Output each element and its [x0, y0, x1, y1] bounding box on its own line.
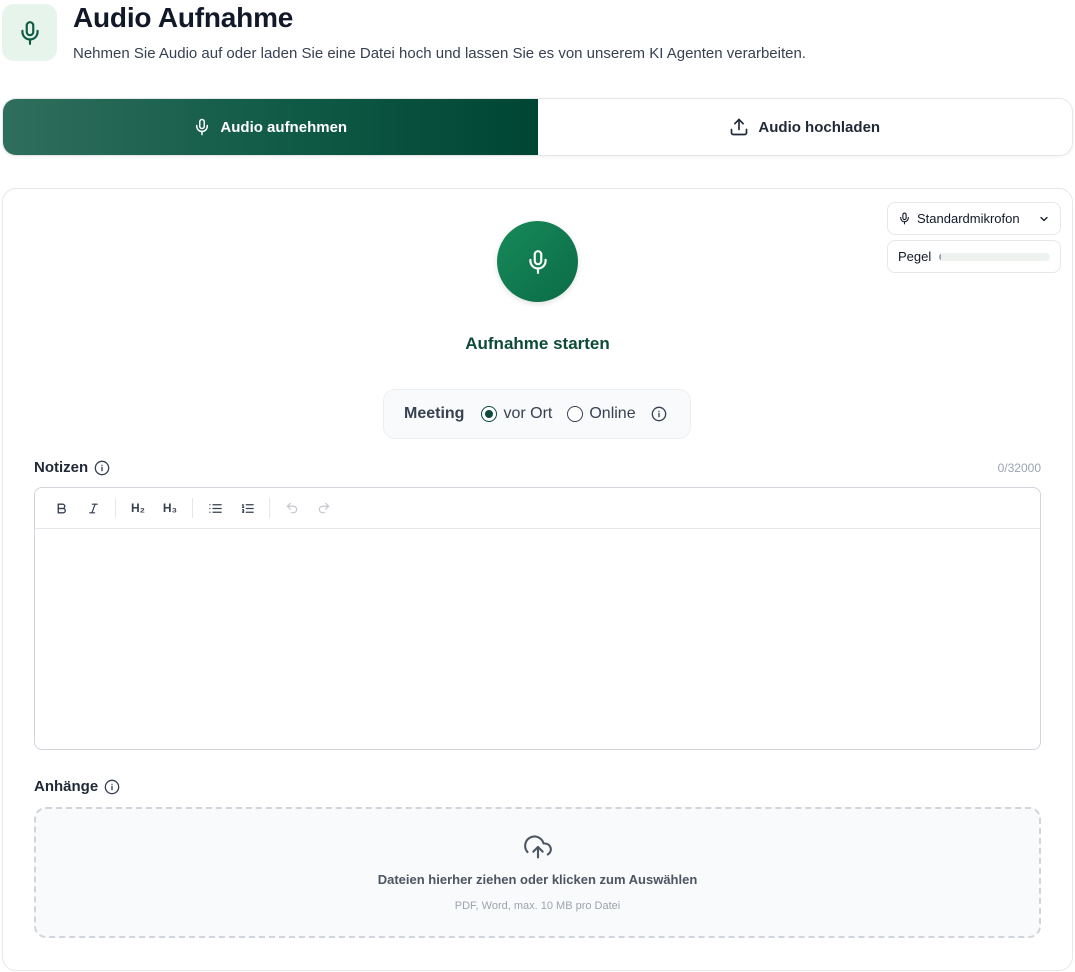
numbered-list-button[interactable] — [233, 494, 261, 522]
tab-label: Audio hochladen — [758, 118, 881, 136]
meeting-type-selector: Meeting vor Ort Online — [383, 389, 691, 439]
microphone-select[interactable]: Standardmikrofon — [887, 202, 1061, 235]
dropzone-text: Dateien hierher ziehen oder klicken zum … — [377, 872, 698, 887]
attachments-dropzone[interactable]: Dateien hierher ziehen oder klicken zum … — [34, 807, 1041, 938]
redo-button[interactable] — [310, 494, 338, 522]
tab-record-audio[interactable]: Audio aufnehmen — [3, 99, 538, 155]
notes-editor: H₂ H₃ — [34, 487, 1041, 750]
page-header: Audio Aufnahme Nehmen Sie Audio auf oder… — [0, 0, 1075, 80]
toolbar-divider — [269, 498, 270, 518]
microphone-icon — [193, 118, 211, 136]
input-level-meter: Pegel — [887, 240, 1061, 273]
level-label: Pegel — [898, 249, 932, 264]
start-recording-label: Aufnahme starten — [465, 334, 610, 353]
numbered-list-icon — [240, 501, 255, 516]
microphone-icon — [525, 247, 551, 277]
meeting-option-on-site[interactable]: vor Ort — [481, 405, 552, 423]
italic-icon — [87, 502, 100, 515]
notes-label: Notizen — [34, 459, 110, 476]
meeting-option-online[interactable]: Online — [567, 405, 636, 423]
upload-icon — [729, 117, 749, 137]
notes-character-counter: 0/32000 — [997, 461, 1041, 475]
radio-label: Online — [589, 405, 636, 422]
microphone-icon — [2, 4, 57, 61]
radio-label: vor Ort — [503, 405, 553, 422]
attachments-label-text: Anhänge — [34, 778, 99, 795]
info-icon[interactable] — [94, 460, 110, 476]
recording-card: Standardmikrofon Pegel Aufnahme starten … — [2, 188, 1073, 971]
radio-checked — [481, 406, 498, 422]
page-title: Audio Aufnahme — [73, 2, 294, 33]
microphone-icon — [898, 212, 911, 225]
info-icon[interactable] — [651, 406, 667, 422]
notes-text-area[interactable] — [35, 529, 1040, 749]
heading-2-button[interactable]: H₂ — [124, 494, 152, 522]
cloud-upload-icon — [36, 833, 1039, 861]
microphone-select-value: Standardmikrofon — [917, 211, 1020, 226]
meeting-label: Meeting — [404, 405, 465, 422]
level-fill — [939, 252, 941, 261]
radio-unchecked — [567, 406, 584, 422]
tab-label: Audio aufnehmen — [220, 118, 348, 136]
undo-button[interactable] — [278, 494, 306, 522]
bullet-list-button[interactable] — [201, 494, 229, 522]
bullet-list-icon — [208, 501, 223, 516]
chevron-down-icon — [1038, 213, 1050, 225]
bold-icon — [55, 502, 68, 515]
attachments-label: Anhänge — [34, 778, 120, 795]
editor-toolbar: H₂ H₃ — [35, 488, 1040, 529]
italic-button[interactable] — [79, 494, 107, 522]
dropzone-hint: PDF, Word, max. 10 MB pro Datei — [454, 900, 621, 912]
start-recording-button[interactable] — [497, 221, 578, 302]
tab-upload-audio[interactable]: Audio hochladen — [537, 99, 1072, 155]
page-subtitle: Nehmen Sie Audio auf oder laden Sie eine… — [73, 45, 806, 62]
level-track — [939, 252, 1050, 261]
info-icon[interactable] — [104, 779, 120, 795]
toolbar-divider — [192, 498, 193, 518]
toolbar-divider — [115, 498, 116, 518]
mode-tabs: Audio aufnehmen Audio hochladen — [2, 98, 1073, 156]
heading-3-button[interactable]: H₃ — [156, 494, 184, 522]
redo-icon — [317, 501, 331, 515]
undo-icon — [285, 501, 299, 515]
bold-button[interactable] — [47, 494, 75, 522]
notes-label-text: Notizen — [34, 459, 89, 476]
